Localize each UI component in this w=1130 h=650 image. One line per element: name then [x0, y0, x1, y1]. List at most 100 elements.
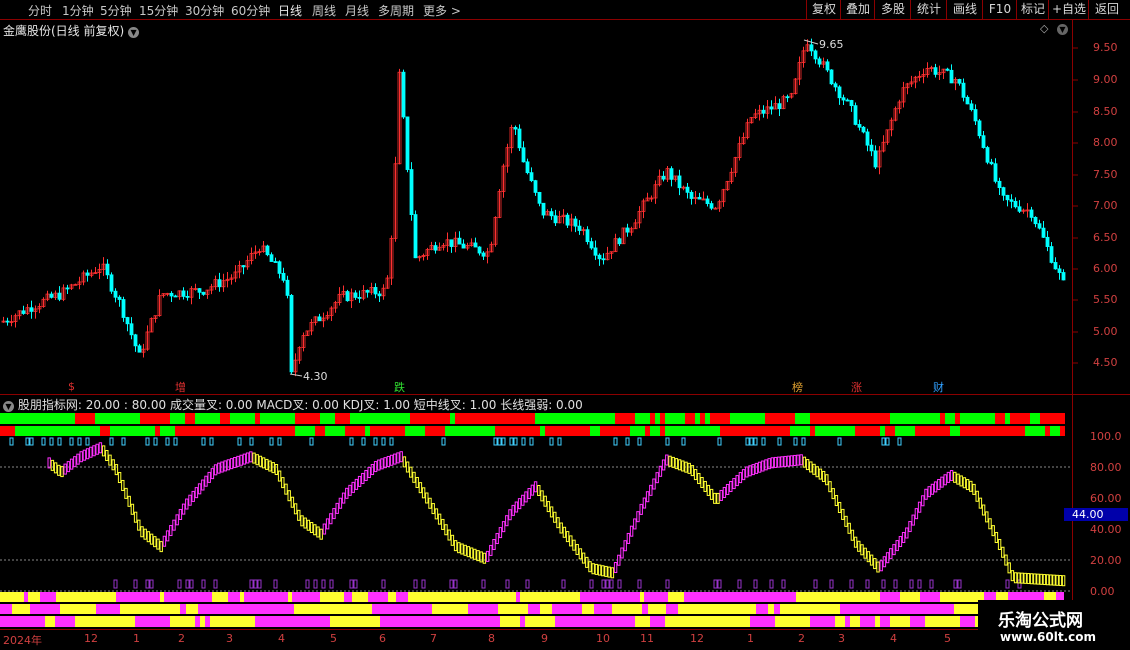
band-cell [360, 604, 366, 614]
candle [957, 78, 962, 86]
band-cell [600, 592, 604, 602]
band-cell [512, 592, 516, 602]
oscillator-bar [703, 480, 707, 492]
signal-marker [617, 579, 622, 589]
chevron-down-icon[interactable]: ▼ [3, 401, 14, 412]
chart-canvas[interactable] [0, 0, 1130, 650]
chevron-down-icon[interactable]: ▼ [1057, 24, 1068, 35]
band-cell [965, 413, 970, 424]
band-cell [175, 413, 180, 424]
band-cell [635, 616, 640, 627]
oscillator-bar [879, 560, 883, 572]
band-cell [910, 413, 915, 424]
event-label[interactable]: 增 [175, 379, 186, 395]
candle [953, 77, 958, 91]
diamond-icon[interactable]: ◇ [1040, 22, 1048, 35]
oscillator-bar [722, 486, 727, 498]
band-cell [905, 413, 910, 424]
band-cell [265, 426, 270, 436]
event-label[interactable]: 财 [933, 379, 944, 395]
band-cell [844, 592, 848, 602]
band-cell [425, 616, 430, 627]
candle [393, 156, 398, 242]
indicator-name[interactable]: 股朋指标网 [18, 398, 78, 412]
oscillator-bar [306, 519, 311, 531]
band-cell [220, 413, 225, 424]
oscillator-bar [885, 552, 890, 564]
signal-marker [273, 579, 278, 589]
oscillator-bar [607, 566, 611, 578]
oscillator-bar [399, 451, 403, 463]
oscillator-bar [882, 556, 887, 568]
oscillator-bar [239, 454, 243, 466]
band-cell [395, 426, 400, 436]
band-cell [572, 592, 576, 602]
band-cell [255, 616, 260, 627]
date-label: 6 [379, 632, 386, 645]
candle [413, 210, 418, 259]
candle [333, 300, 338, 313]
band-cell [556, 592, 560, 602]
candle [825, 59, 830, 73]
event-label[interactable]: 涨 [851, 379, 862, 395]
candle [89, 269, 94, 278]
band-cell [168, 604, 174, 614]
band-cell [115, 616, 120, 627]
band-cell [590, 426, 595, 436]
oscillator-bar [204, 475, 208, 487]
band-cell [50, 616, 55, 627]
candle [1049, 241, 1054, 264]
oscillator-bar [287, 490, 291, 502]
candle [893, 106, 898, 122]
indicator-param: KDJ叉: 1.00 [342, 398, 410, 412]
band-cell [380, 413, 385, 424]
band-cell [470, 616, 475, 627]
band-cell [642, 604, 648, 614]
event-label[interactable]: 榜 [792, 379, 803, 395]
band-cell [665, 426, 670, 436]
oscillator-bar [223, 460, 227, 472]
band-cell [912, 592, 916, 602]
band-cell [296, 592, 300, 602]
candle [485, 247, 490, 264]
band-cell [54, 604, 60, 614]
oscillator-bar [975, 490, 979, 502]
event-label[interactable]: $ [68, 380, 75, 393]
band-cell [700, 592, 704, 602]
oscillator-bar [271, 462, 275, 474]
signal-marker [413, 579, 418, 589]
band-cell [420, 413, 425, 424]
chevron-down-icon[interactable]: ▼ [128, 27, 140, 38]
band-cell [230, 616, 235, 627]
band-cell [636, 592, 640, 602]
candle [521, 141, 526, 163]
candle [657, 169, 662, 187]
band-cell [710, 426, 715, 436]
band-cell [660, 592, 664, 602]
oscillator-bar [1023, 572, 1027, 584]
candle [865, 128, 870, 152]
band-cell [412, 592, 416, 602]
band-cell [940, 592, 944, 602]
band-cell [352, 592, 356, 602]
signal-marker [837, 437, 842, 446]
oscillator-bar [847, 522, 851, 534]
band-cell [470, 426, 475, 436]
candle [245, 255, 250, 270]
signal-marker [269, 437, 274, 446]
candle [109, 272, 114, 294]
band-cell [70, 616, 75, 627]
candle [905, 82, 910, 95]
band-cell [60, 592, 64, 602]
oscillator-bar [57, 464, 61, 476]
price-label: 7.00 [1093, 199, 1118, 212]
candle [205, 289, 210, 299]
band-cell [678, 604, 684, 614]
band-cell [755, 413, 760, 424]
candle [1021, 208, 1026, 214]
event-label[interactable]: 跌 [394, 379, 405, 395]
candle [101, 257, 106, 276]
oscillator-bar [777, 456, 781, 468]
band-cell [40, 426, 45, 436]
candle [709, 200, 714, 211]
